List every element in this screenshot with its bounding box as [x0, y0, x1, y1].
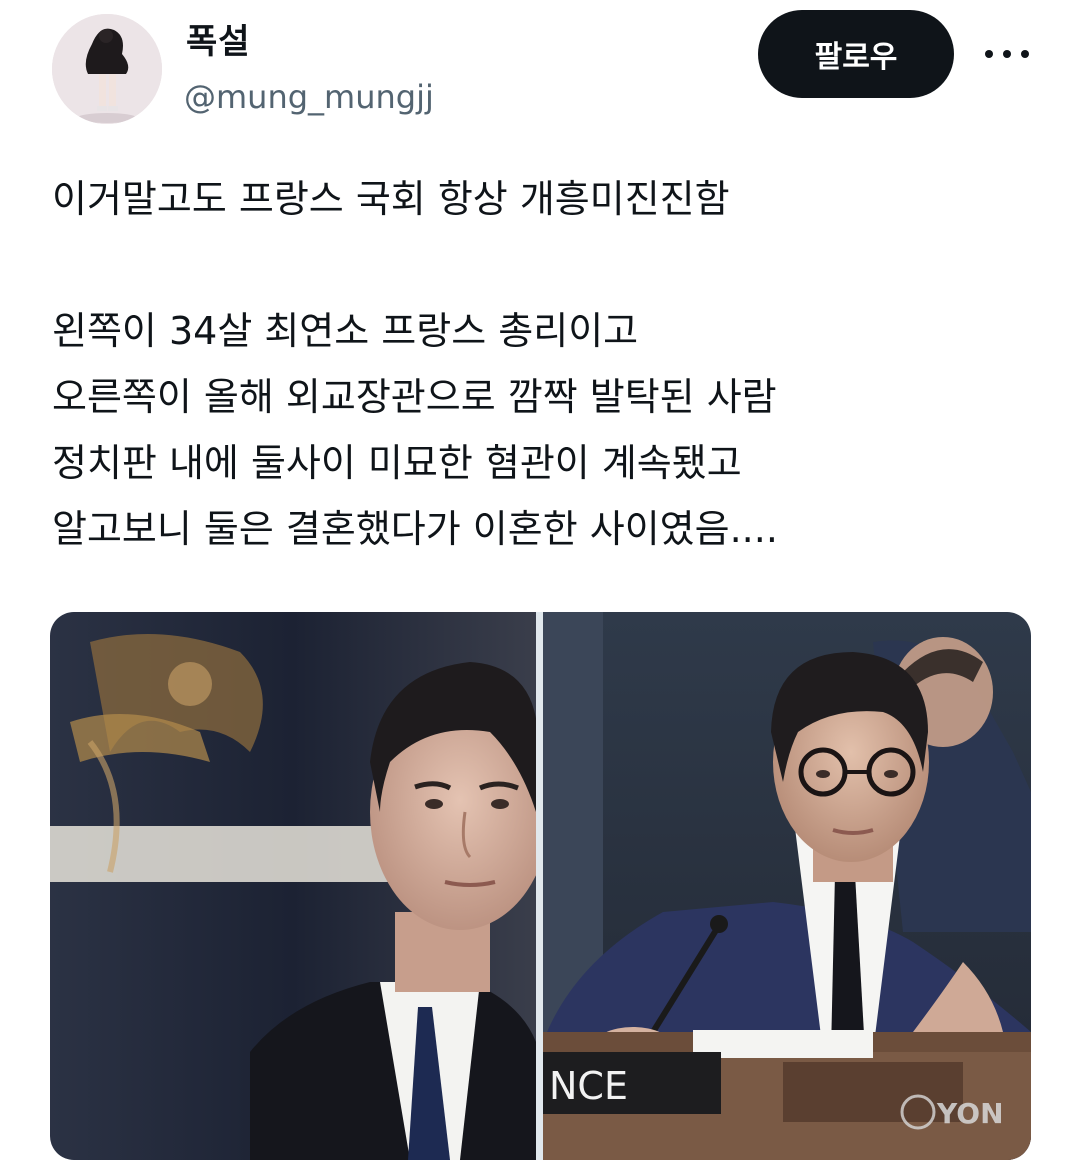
more-horizontal-icon[interactable] — [985, 34, 1029, 74]
user-handle[interactable]: @mung_mungjj — [184, 78, 434, 116]
tweet-text: 이거말고도 프랑스 국회 항상 개흥미진진함 왼쪽이 34살 최연소 프랑스 총… — [52, 166, 1032, 562]
photo-right[interactable]: NCE YON — [543, 612, 1031, 1160]
photo-left[interactable] — [50, 612, 536, 1160]
tweet-media[interactable]: NCE YON — [50, 612, 1031, 1160]
tweet-line-blank — [52, 232, 1032, 298]
tweet-line: 정치판 내에 둘사이 미묘한 혐관이 계속됐고 — [52, 441, 742, 485]
photo-right-image: NCE YON — [543, 612, 1031, 1160]
avatar[interactable] — [52, 14, 162, 124]
display-name[interactable]: 폭설 — [186, 14, 251, 63]
tweet-line: 왼쪽이 34살 최연소 프랑스 총리이고 — [52, 309, 639, 353]
follow-button[interactable]: 팔로우 — [758, 10, 954, 98]
watermark-text: YON — [936, 1097, 1004, 1130]
nameplate-text: NCE — [549, 1064, 628, 1108]
tweet-line: 이거말고도 프랑스 국회 항상 개흥미진진함 — [52, 177, 730, 221]
avatar-image — [52, 14, 162, 124]
photo-left-image — [50, 612, 536, 1160]
tweet-header: 폭설 @mung_mungjj 팔로우 — [0, 0, 1080, 140]
tweet-line: 오른쪽이 올해 외교장관으로 깜짝 발탁된 사람 — [52, 375, 777, 419]
tweet-line: 알고보니 둘은 결혼했다가 이혼한 사이였음.... — [52, 507, 778, 551]
